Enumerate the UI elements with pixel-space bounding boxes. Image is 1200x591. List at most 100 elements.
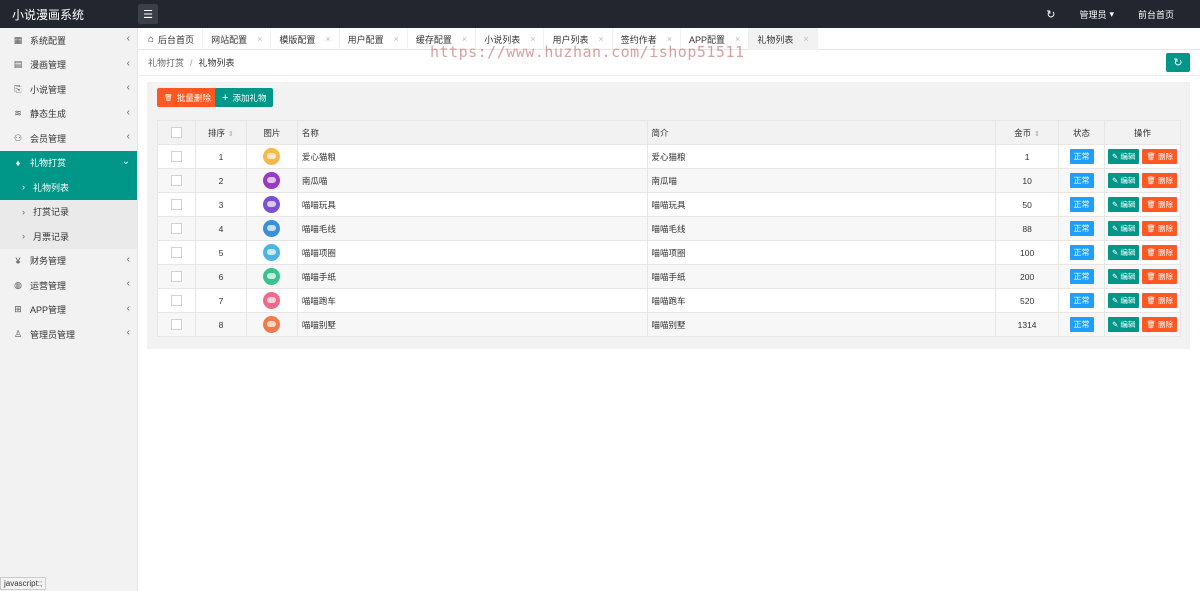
- delete-button[interactable]: 🗑 删除: [1142, 173, 1177, 188]
- delete-button[interactable]: 🗑 删除: [1142, 149, 1177, 164]
- sidebar-item-2[interactable]: ◍ 运营管理 ‹: [0, 273, 137, 298]
- delete-button[interactable]: 🗑 删除: [1142, 221, 1177, 236]
- status-badge[interactable]: 正常: [1069, 197, 1094, 212]
- gift-image: [263, 196, 281, 213]
- tab-label: 后台首页: [158, 34, 195, 45]
- breadcrumb-current: 礼物列表: [198, 58, 235, 68]
- row-checkbox[interactable]: [170, 247, 182, 259]
- chevron-right-icon: ›: [22, 182, 25, 193]
- chevron-down-icon: ⌄: [121, 155, 130, 167]
- sidebar-subitem-label: 月票记录: [33, 231, 70, 242]
- edit-button[interactable]: ✎ 编辑: [1108, 173, 1140, 188]
- sort-cell: 7: [194, 288, 247, 313]
- row-checkbox[interactable]: [170, 151, 182, 163]
- delete-button[interactable]: 🗑 删除: [1142, 269, 1177, 284]
- sidebar-item-5[interactable]: ⚇ 会员管理 ‹: [0, 126, 137, 151]
- close-icon[interactable]: ×: [803, 34, 808, 44]
- row-checkbox[interactable]: [170, 295, 182, 307]
- admin-label: 管理员: [1079, 9, 1107, 20]
- ops-cell: ✎ 编辑 🗑 删除: [1104, 168, 1181, 193]
- sidebar-item-1[interactable]: ¥ 财务管理 ‹: [0, 249, 137, 274]
- name-cell: 爱心猫粮: [296, 144, 648, 169]
- sidebar-subitem-2[interactable]: › 打赏记录: [0, 199, 137, 224]
- breadcrumb: 礼物打赏 / 礼物列表: [148, 56, 235, 69]
- ops-cell: ✎ 编辑 🗑 删除: [1104, 192, 1181, 217]
- checkbox-cell: [157, 312, 196, 337]
- status-badge[interactable]: 正常: [1069, 269, 1094, 284]
- status-badge[interactable]: 正常: [1069, 173, 1094, 188]
- close-icon[interactable]: ×: [257, 34, 262, 44]
- row-checkbox[interactable]: [170, 199, 182, 211]
- select-all-checkbox[interactable]: [170, 127, 182, 139]
- coins-cell: 200: [995, 264, 1060, 289]
- edit-button[interactable]: ✎ 编辑: [1108, 293, 1140, 308]
- gift-image: [263, 172, 281, 189]
- row-checkbox[interactable]: [170, 319, 182, 331]
- sidebar-item-1[interactable]: ▦ 系统配置 ‹: [0, 28, 137, 53]
- tab-1[interactable]: ⌂ 后台首页: [138, 28, 204, 50]
- delete-button[interactable]: 🗑 删除: [1142, 245, 1177, 260]
- status-cell: 正常: [1058, 216, 1106, 241]
- status-badge[interactable]: 正常: [1069, 245, 1094, 260]
- table-row: 2 南瓜喵 南瓜喵 10 正常 ✎ 编辑 🗑 删除: [157, 168, 1181, 193]
- sidebar-item-4[interactable]: ♙ 管理员管理 ‹: [0, 322, 137, 347]
- tab-2[interactable]: 网站配置 ×: [203, 28, 272, 50]
- ops-cell: ✎ 编辑 🗑 删除: [1104, 144, 1181, 169]
- close-icon[interactable]: ×: [394, 34, 399, 44]
- edit-button[interactable]: ✎ 编辑: [1108, 317, 1140, 332]
- status-badge[interactable]: 正常: [1069, 293, 1094, 308]
- menu-toggle-button[interactable]: ☰: [138, 4, 158, 24]
- table-row: 7 喵喵跑车 喵喵跑车 520 正常 ✎ 编辑 🗑 删除: [157, 288, 1181, 313]
- status-cell: 正常: [1058, 312, 1106, 337]
- add-gift-button[interactable]: + 添加礼物: [215, 88, 274, 107]
- edit-button[interactable]: ✎ 编辑: [1108, 149, 1140, 164]
- desc-cell: 喵喵别墅: [646, 312, 997, 337]
- sidebar-item-2[interactable]: ▤ 漫画管理 ‹: [0, 53, 137, 78]
- refresh-button[interactable]: ↻: [1034, 8, 1067, 21]
- row-checkbox[interactable]: [170, 223, 182, 235]
- status-badge[interactable]: 正常: [1069, 317, 1094, 332]
- sidebar-item-3[interactable]: ⊞ APP管理 ‹: [0, 298, 137, 323]
- sidebar-item-3[interactable]: ⎘ 小说管理 ‹: [0, 77, 137, 102]
- desc-cell: 喵喵项圈: [646, 240, 997, 265]
- checkbox-cell: [157, 144, 196, 169]
- breadcrumb-parent[interactable]: 礼物打赏: [148, 58, 184, 68]
- sort-icon: ⇕: [228, 130, 234, 138]
- coins-header[interactable]: 金币 ⇕: [995, 120, 1060, 145]
- sort-header[interactable]: 排序 ⇕: [194, 120, 247, 145]
- sidebar-subitem-1[interactable]: › 礼物列表: [0, 175, 137, 200]
- sidebar-item-6[interactable]: ♦ 礼物打赏 ⌄: [0, 150, 137, 175]
- admin-menu[interactable]: 管理员 ▾: [1067, 8, 1126, 21]
- image-cell: [245, 144, 298, 169]
- user-icon: ♙: [13, 328, 23, 339]
- edit-button[interactable]: ✎ 编辑: [1108, 197, 1140, 212]
- status-badge[interactable]: 正常: [1069, 221, 1094, 236]
- tab-10[interactable]: 礼物列表 ×: [749, 28, 818, 50]
- gift-image: [263, 220, 281, 237]
- status-cell: 正常: [1058, 168, 1106, 193]
- edit-button[interactable]: ✎ 编辑: [1108, 221, 1140, 236]
- sidebar-item-4[interactable]: ≋ 静态生成 ‹: [0, 102, 137, 127]
- edit-button[interactable]: ✎ 编辑: [1108, 245, 1140, 260]
- edit-button[interactable]: ✎ 编辑: [1108, 269, 1140, 284]
- status-badge[interactable]: 正常: [1069, 149, 1094, 164]
- tab-4[interactable]: 用户配置 ×: [340, 28, 408, 50]
- page-reload-button[interactable]: ↻: [1166, 53, 1190, 72]
- batch-delete-button[interactable]: 🗑 批量删除: [157, 88, 218, 107]
- ops-cell: ✎ 编辑 🗑 删除: [1104, 216, 1181, 241]
- checkbox-cell: [157, 168, 196, 193]
- tab-3[interactable]: 模版配置 ×: [271, 28, 340, 50]
- row-checkbox[interactable]: [170, 271, 182, 283]
- close-icon[interactable]: ×: [325, 34, 330, 44]
- layers-icon: ≋: [14, 108, 22, 119]
- delete-button[interactable]: 🗑 删除: [1142, 197, 1177, 212]
- row-checkbox[interactable]: [170, 175, 182, 187]
- globe-icon: ◍: [14, 279, 22, 290]
- sort-cell: 3: [194, 192, 247, 217]
- delete-button[interactable]: 🗑 删除: [1142, 293, 1177, 308]
- delete-button[interactable]: 🗑 删除: [1142, 317, 1177, 332]
- gift-image: [263, 316, 281, 333]
- sidebar-subitem-3[interactable]: › 月票记录: [0, 224, 137, 249]
- name-header: 名称: [296, 120, 648, 145]
- frontend-home-link[interactable]: 前台首页: [1126, 8, 1186, 21]
